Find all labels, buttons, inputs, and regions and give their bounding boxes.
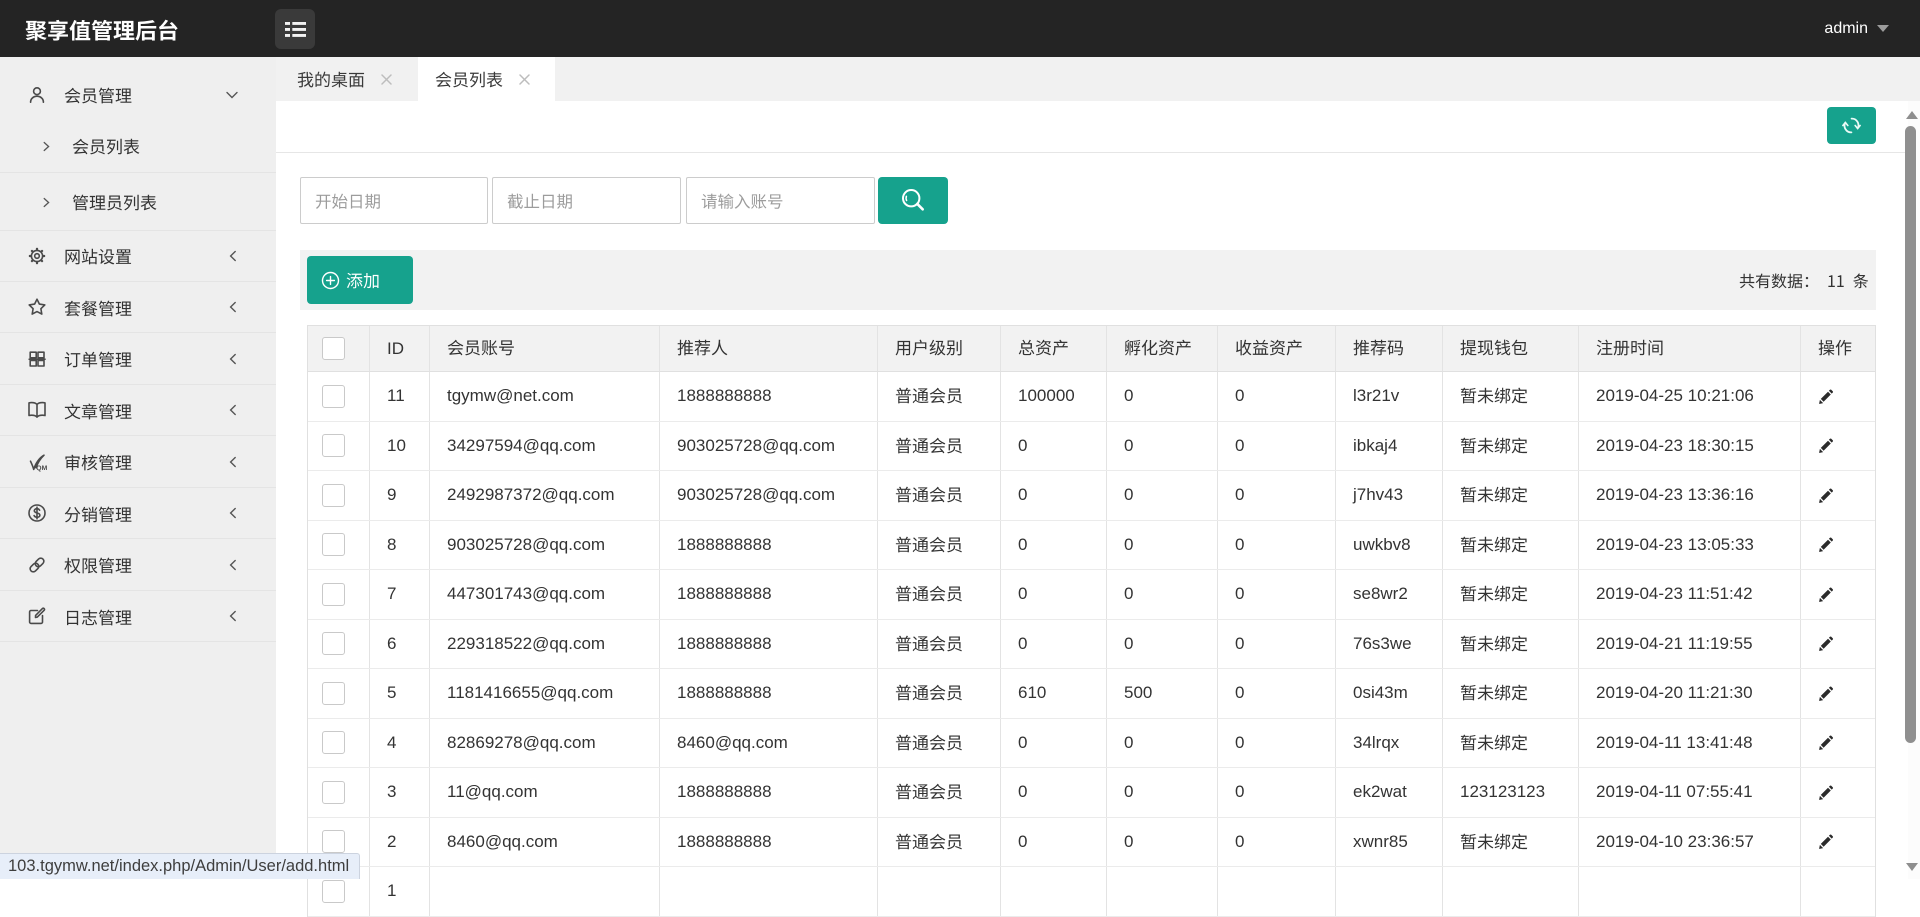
svg-text:QM: QM — [36, 465, 47, 472]
